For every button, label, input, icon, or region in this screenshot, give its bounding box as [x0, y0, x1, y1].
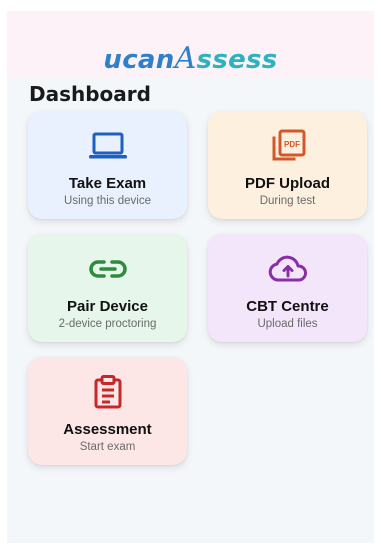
card-subtitle: Start exam: [79, 441, 136, 453]
logo-text-ssess: ssess: [196, 45, 278, 75]
cbt-centre-card[interactable]: CBT Centre Upload files: [208, 234, 367, 342]
take-exam-card[interactable]: Take Exam Using this device: [28, 111, 187, 219]
clipboard-icon: [88, 375, 128, 409]
pair-device-card[interactable]: Pair Device 2-device proctoring: [28, 234, 187, 342]
svg-text:PDF: PDF: [284, 140, 300, 149]
page-title: Dashboard: [29, 82, 151, 106]
cloud-upload-icon: [268, 252, 308, 286]
pdf-file-icon: PDF: [268, 129, 308, 163]
card-subtitle: 2-device proctoring: [58, 318, 157, 330]
logo-text-a: A: [174, 41, 197, 76]
pdf-upload-card[interactable]: PDF PDF Upload During test: [208, 111, 367, 219]
app-screen: ucanAssess Dashboard Take Exam Using thi…: [7, 11, 374, 543]
card-title: PDF Upload: [245, 175, 330, 192]
app-header: ucanAssess: [7, 11, 374, 77]
laptop-icon: [88, 129, 128, 163]
card-subtitle: During test: [259, 195, 316, 207]
card-subtitle: Using this device: [64, 195, 151, 207]
link-icon: [88, 252, 128, 286]
assessment-card[interactable]: Assessment Start exam: [28, 357, 187, 465]
card-title: Assessment: [63, 421, 152, 438]
card-subtitle: Upload files: [257, 318, 318, 330]
card-title: CBT Centre: [246, 298, 329, 315]
card-title: Take Exam: [68, 175, 147, 192]
logo-text-ucan: ucan: [103, 45, 175, 75]
card-title: Pair Device: [67, 298, 148, 315]
app-logo: ucanAssess: [7, 43, 374, 76]
